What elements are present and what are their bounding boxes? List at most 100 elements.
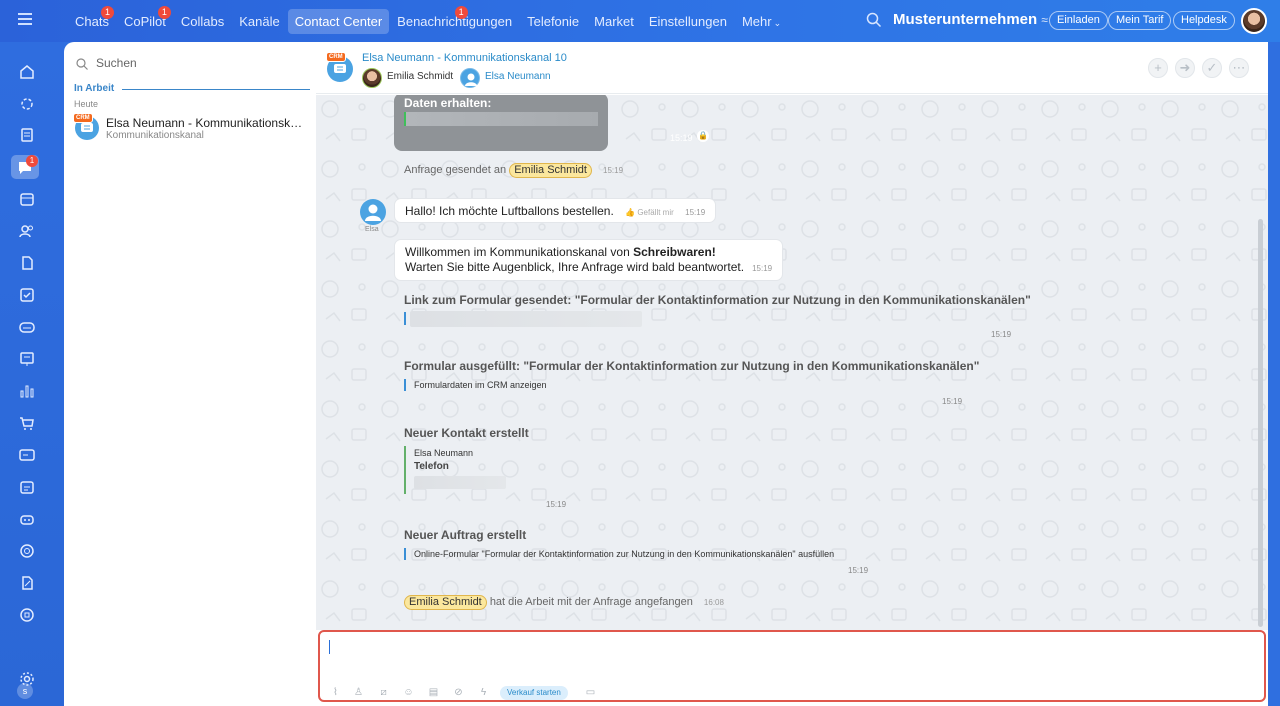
search-placeholder: Suchen <box>96 56 137 70</box>
search-icon <box>76 58 88 70</box>
chat-item-title: Elsa Neumann - Kommunikationskan... <box>106 116 306 130</box>
documents-icon[interactable] <box>18 254 36 272</box>
nav-chats-badge: 1 <box>100 5 114 19</box>
message-time: 15:19 <box>942 397 963 406</box>
request-sent-line: Anfrage gesendet an Emilia Schmidt 15:19 <box>404 163 624 178</box>
chat-list-item[interactable]: CRM Elsa Neumann - Kommunikationskan... … <box>64 112 316 146</box>
feed-icon[interactable] <box>18 126 36 144</box>
day-label: Heute <box>74 99 99 109</box>
client-message[interactable]: Hallo! Ich möchte Luftballons bestellen.… <box>394 198 717 223</box>
analytics-icon[interactable] <box>18 382 36 400</box>
order-title: Neuer Auftrag erstellt <box>404 528 527 542</box>
mention-operator[interactable]: Emilia Schmidt <box>404 595 487 610</box>
bot-icon[interactable] <box>18 510 36 528</box>
search-input[interactable]: Suchen <box>74 54 310 76</box>
nav-more[interactable]: Mehr ⌄ <box>735 9 788 34</box>
message-time: 15:19 <box>670 133 693 143</box>
message-composer[interactable]: ⌇ ♙ ⧄ ☺ ▤ ⊘ ϟ Verkauf starten ▭ <box>318 630 1266 702</box>
user-icon[interactable]: ♙ <box>352 686 365 699</box>
operator-name[interactable]: Emilia Schmidt <box>387 71 453 82</box>
form-filled: Formular ausgefüllt: "Formular der Konta… <box>404 359 984 409</box>
nav-chats[interactable]: Chats 1 <box>68 5 116 34</box>
company-switcher[interactable]: Musterunternehmen ≈ <box>893 11 1048 28</box>
slash-command-icon[interactable]: ⧄ <box>377 686 390 699</box>
tasks-icon[interactable] <box>18 286 36 304</box>
tariff-button[interactable]: Mein Tarif <box>1108 11 1172 30</box>
crm-icon[interactable] <box>18 318 36 336</box>
invite-button[interactable]: Einladen <box>1049 11 1108 30</box>
form-link-sent: Link zum Formular gesendet: "Formular de… <box>404 293 1031 343</box>
message-feed[interactable]: Daten erhalten: 15:19 🔒 Anfrage gesendet… <box>316 95 1268 630</box>
order-link[interactable]: Online-Formular "Formular der Kontaktinf… <box>414 549 834 559</box>
contacts-icon[interactable] <box>18 222 36 240</box>
nav-kanaele[interactable]: Kanäle <box>232 9 286 34</box>
avatar-label: Elsa <box>365 226 379 233</box>
section-divider <box>122 89 310 90</box>
attach-icon[interactable]: ⌇ <box>329 686 342 699</box>
add-icon[interactable]: + <box>1148 58 1168 78</box>
new-contact-created: Neuer Kontakt erstellt Elsa Neumann Tele… <box>404 426 584 512</box>
message-time: 16:08 <box>703 598 724 607</box>
new-order-created: Neuer Auftrag erstellt Online-Formular "… <box>404 528 874 578</box>
operator-avatar[interactable] <box>362 68 382 88</box>
chat-summary-icon[interactable]: ▭ <box>584 686 597 699</box>
marketing-icon[interactable] <box>18 542 36 560</box>
form-filled-title: Formular ausgefüllt: "Formular der Konta… <box>404 359 980 373</box>
home-icon[interactable] <box>18 63 36 81</box>
chat-list-panel: Suchen In Arbeit Heute CRM Elsa Neumann … <box>64 42 316 706</box>
nav-copilot-badge: 1 <box>157 5 171 19</box>
nav-collabs[interactable]: Collabs <box>174 9 231 34</box>
chat-title[interactable]: Elsa Neumann - Kommunikationskanal 10 <box>362 52 567 64</box>
message-time: 15:19 <box>685 208 706 217</box>
calendar-icon[interactable] <box>18 190 36 208</box>
copilot-icon[interactable] <box>18 95 36 113</box>
quick-answer-icon[interactable]: ϟ <box>477 686 490 699</box>
contact-name[interactable]: Elsa Neumann <box>414 448 473 458</box>
scrollbar[interactable] <box>1258 219 1263 627</box>
accent-bar <box>404 446 406 494</box>
nav-einstellungen[interactable]: Einstellungen <box>642 9 734 34</box>
finish-check-icon[interactable]: ✓ <box>1202 58 1222 78</box>
message-time: 15:19 <box>752 264 773 273</box>
more-icon[interactable]: ⋯ <box>1229 58 1249 78</box>
client-avatar[interactable] <box>360 199 386 225</box>
shop-icon[interactable] <box>18 414 36 432</box>
message-input[interactable] <box>328 638 1248 678</box>
forward-icon[interactable]: ➜ <box>1175 58 1195 78</box>
like-button[interactable]: 👍 Gefällt mir <box>625 208 674 217</box>
emoji-icon[interactable]: ☺ <box>402 686 415 699</box>
sites-icon[interactable] <box>18 350 36 368</box>
automation-icon[interactable] <box>18 606 36 624</box>
nav-contact-center[interactable]: Contact Center <box>287 8 390 34</box>
crm-form-link[interactable]: Formulardaten im CRM anzeigen <box>414 380 547 390</box>
settings-icon[interactable] <box>18 670 36 688</box>
chat-nav-badge: 1 <box>26 155 38 167</box>
mention-operator[interactable]: Emilia Schmidt <box>509 163 592 178</box>
data-received-card: Daten erhalten: 15:19 🔒 <box>394 95 709 151</box>
welcome-message[interactable]: Willkommen im Kommunikationskanal von Sc… <box>394 239 784 281</box>
user-avatar[interactable] <box>1241 8 1267 34</box>
nav-telefonie[interactable]: Telefonie <box>520 9 586 34</box>
nav-market[interactable]: Market <box>587 9 641 34</box>
blurred-link <box>410 311 642 327</box>
client-name[interactable]: Elsa Neumann <box>485 71 551 82</box>
chat-panel: CRM Elsa Neumann - Kommunikationskanal 1… <box>316 42 1268 706</box>
data-received-title: Daten erhalten: <box>404 96 492 110</box>
sign-icon[interactable] <box>18 574 36 592</box>
cards-icon[interactable] <box>18 446 36 464</box>
blurred-phone <box>414 476 506 489</box>
message-time: 15:19 <box>603 166 624 175</box>
hide-icon[interactable]: ⊘ <box>452 686 465 699</box>
accent-bar <box>404 312 406 325</box>
chat-header: CRM Elsa Neumann - Kommunikationskanal 1… <box>316 42 1268 94</box>
nav-copilot[interactable]: CoPilot 1 <box>117 5 173 34</box>
start-sale-button[interactable]: Verkauf starten <box>500 686 568 700</box>
booking-icon[interactable] <box>18 478 36 496</box>
menu-icon[interactable] <box>18 13 32 25</box>
template-icon[interactable]: ▤ <box>427 686 440 699</box>
search-icon[interactable] <box>866 12 882 28</box>
nav-benachrichtigungen[interactable]: Benachrichtigungen 1 <box>390 5 519 34</box>
helpdesk-button[interactable]: Helpdesk <box>1173 11 1235 30</box>
client-avatar[interactable] <box>460 68 480 88</box>
top-navigation: Chats 1 CoPilot 1 Collabs Kanäle Contact… <box>68 5 789 34</box>
